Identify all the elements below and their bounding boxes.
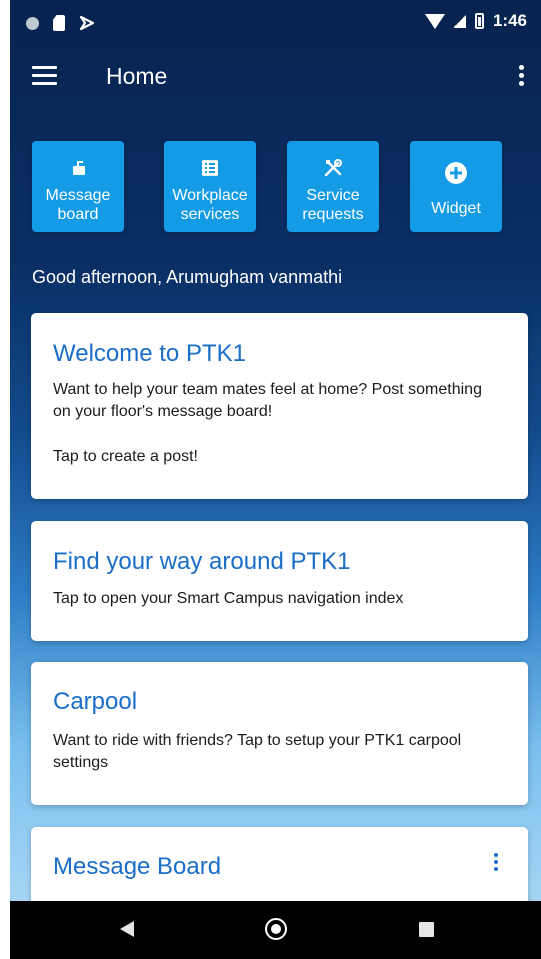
more-vertical-icon[interactable] (492, 853, 500, 875)
greeting-text: Good afternoon, Arumugham vanmathi (32, 267, 343, 287)
tile-label: Workplace services (172, 187, 248, 223)
home-icon[interactable] (265, 918, 287, 940)
app-screen: 1:46 Home Message board Workplace servic… (10, 0, 541, 959)
card-text: Want to help your team mates feel at hom… (53, 381, 482, 420)
card-title: Welcome to PTK1 (53, 340, 246, 367)
quick-actions: Message board Workplace services Service… (32, 141, 524, 232)
tools-icon (287, 158, 379, 178)
tile-label: Message board (45, 187, 111, 223)
message-board-tile[interactable]: Message board (32, 141, 124, 232)
workplace-services-tile[interactable]: Workplace services (164, 141, 256, 232)
sd-card-icon (53, 15, 65, 31)
page-title: Home (106, 63, 168, 89)
tile-label: Widget (431, 200, 481, 217)
app-bar: Home (10, 48, 541, 104)
welcome-card[interactable]: Welcome to PTK1 Want to help your team m… (31, 313, 528, 499)
card-title: Message Board (53, 853, 222, 880)
tile-label: Service requests (302, 187, 364, 223)
more-vertical-icon[interactable] (516, 65, 526, 89)
wifi-icon (424, 13, 445, 29)
widget-tile[interactable]: Widget (410, 141, 502, 232)
hamburger-menu-icon[interactable] (32, 66, 57, 85)
card-title: Find your way around PTK1 (53, 548, 351, 575)
status-right-icons: 1:46 (424, 11, 527, 31)
back-icon[interactable] (120, 921, 134, 937)
message-board-icon (32, 158, 124, 178)
status-time: 1:46 (492, 11, 527, 30)
recent-apps-icon[interactable] (419, 922, 434, 937)
list-icon (164, 158, 256, 178)
card-title: Carpool (53, 688, 138, 715)
status-left-icons (26, 11, 95, 35)
battery-icon (474, 13, 484, 29)
signal-icon (453, 14, 466, 28)
carpool-card[interactable]: Carpool Want to ride with friends? Tap t… (31, 662, 528, 805)
card-text: Want to ride with friends? Tap to setup … (53, 732, 462, 771)
card-action-text: Tap to create a post! (53, 448, 198, 465)
service-requests-tile[interactable]: Service requests (287, 141, 379, 232)
navigation-card[interactable]: Find your way around PTK1 Tap to open yo… (31, 521, 528, 641)
system-nav-bar (10, 901, 541, 959)
card-text: Tap to open your Smart Campus navigation… (53, 590, 404, 607)
add-circle-icon (410, 162, 502, 184)
download-icon (79, 15, 95, 31)
notification-dot-icon (26, 16, 39, 30)
status-bar: 1:46 (10, 0, 541, 48)
